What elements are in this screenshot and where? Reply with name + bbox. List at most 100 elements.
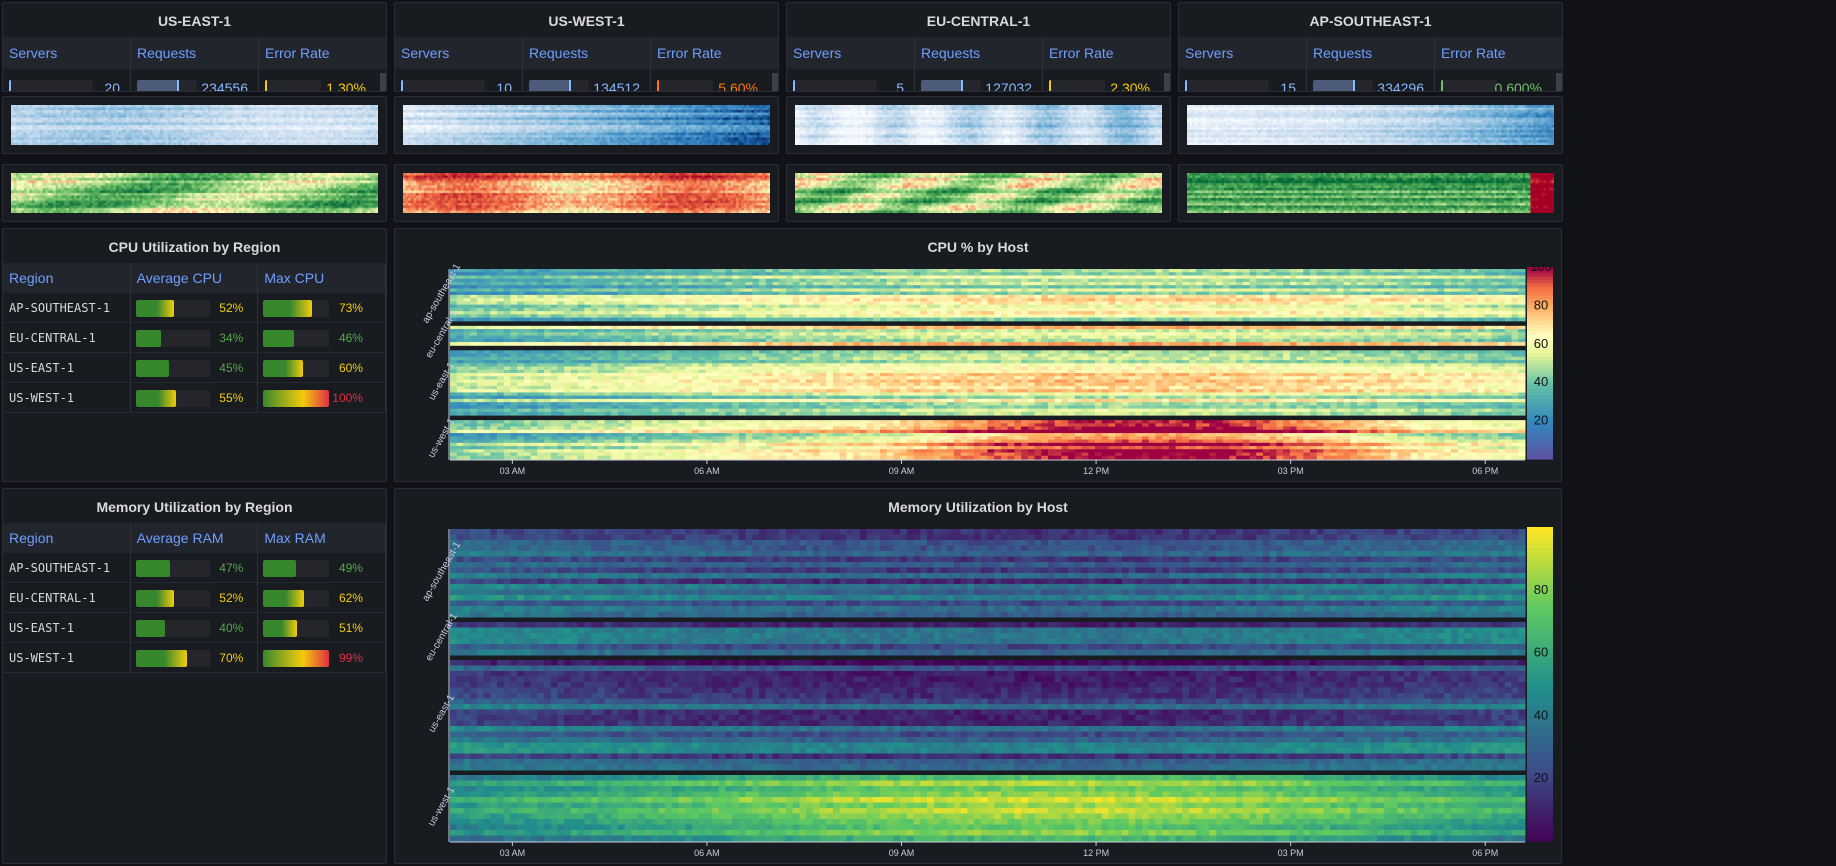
heatmap-cell	[1014, 275, 1022, 280]
heatmap-cell	[557, 329, 565, 333]
heatmap-cell	[846, 311, 854, 315]
scrollbar[interactable]	[380, 73, 386, 91]
error-rate-header[interactable]: Error Rate	[259, 37, 386, 69]
table-row[interactable]: AP-SOUTHEAST-1 52% 73%	[3, 293, 386, 323]
heatmap-cell	[463, 325, 471, 330]
heatmap-cell	[994, 298, 1002, 302]
heatmap-cell	[1101, 335, 1109, 340]
servers-header[interactable]: Servers	[3, 37, 131, 69]
table-row[interactable]: US-WEST-1 55% 100%	[3, 383, 386, 413]
column-header[interactable]: Max RAM	[258, 523, 386, 553]
scrollbar[interactable]	[772, 73, 778, 91]
table-row[interactable]: AP-SOUTHEAST-1 47% 49%	[3, 553, 386, 583]
table-row[interactable]: EU-CENTRAL-1 52% 62%	[3, 583, 386, 613]
heatmap-cell	[980, 307, 988, 312]
heat-strip[interactable]	[403, 105, 770, 145]
heatmap-cell	[947, 272, 955, 276]
heatmap-cell	[1491, 285, 1499, 289]
table-row[interactable]: US-WEST-1 70% 99%	[3, 643, 386, 673]
heat-strip[interactable]	[11, 173, 378, 213]
heatmap-cell	[759, 278, 767, 283]
heatmap-cell	[1350, 304, 1358, 309]
heatmap-cell	[1464, 269, 1472, 273]
heatmap-cell	[1464, 301, 1472, 306]
heat-strip[interactable]	[795, 105, 1162, 145]
heatmap-cell	[1283, 278, 1291, 283]
column-header[interactable]: Average RAM	[131, 523, 259, 553]
column-header[interactable]: Region	[3, 263, 131, 293]
heatmap-cell	[853, 369, 861, 374]
heatmap-cell	[1047, 350, 1056, 355]
cpu-heatmap[interactable]: ap-southeast-1 eu-central-1 us-east-1 us-we…	[395, 263, 1561, 481]
servers-header[interactable]: Servers	[787, 37, 915, 69]
heatmap-cell	[456, 291, 464, 296]
servers-header[interactable]: Servers	[1179, 37, 1307, 69]
heatmap-cell	[1471, 304, 1479, 309]
heat-strip[interactable]	[11, 105, 378, 145]
heatmap-cell	[1316, 272, 1324, 276]
heatmap-cell	[510, 338, 518, 343]
heatmap-cell	[644, 353, 653, 358]
heatmap-cell	[1054, 342, 1062, 346]
heatmap-cell	[517, 363, 525, 367]
heatmap-cell	[853, 335, 861, 340]
table-row[interactable]: EU-CENTRAL-1 34% 46%	[3, 323, 386, 353]
heatmap-cell	[933, 294, 941, 299]
heat-strip[interactable]	[795, 173, 1162, 213]
error-rate-header[interactable]: Error Rate	[1043, 37, 1170, 69]
heatmap-cell	[483, 285, 491, 289]
heatmap-cell	[933, 304, 941, 309]
heatmap-cell	[920, 369, 928, 374]
heatmap-cell	[624, 335, 632, 340]
heat-strip[interactable]	[1187, 105, 1554, 145]
scrollbar[interactable]	[1556, 73, 1562, 91]
heatmap-cell	[523, 350, 532, 355]
column-header[interactable]: Max CPU	[258, 263, 386, 293]
heatmap-cell	[1162, 363, 1170, 367]
scrollbar[interactable]	[1164, 73, 1170, 91]
heatmap-cell	[1189, 353, 1197, 358]
heatmap-cell	[846, 372, 854, 377]
heatmap-cell	[1504, 317, 1513, 322]
heatmap-cell	[859, 363, 868, 367]
heatmap-cell	[604, 281, 612, 286]
servers-header[interactable]: Servers	[395, 37, 523, 69]
max-cell: 62%	[258, 583, 386, 612]
requests-header[interactable]: Requests	[523, 37, 651, 69]
heatmap-cell	[980, 369, 988, 374]
heatmap-cell	[671, 369, 679, 374]
table-row[interactable]: US-EAST-1 45% 60%	[3, 353, 386, 383]
heatmap-cell	[1377, 307, 1385, 312]
heatmap-cell	[631, 269, 639, 273]
heatmap-cell	[483, 272, 491, 276]
heatmap-cell	[1404, 301, 1412, 306]
requests-header[interactable]: Requests	[131, 37, 259, 69]
heatmap-cell	[1155, 325, 1163, 330]
heat-strip[interactable]	[1187, 173, 1554, 213]
heatmap-cell	[1041, 281, 1049, 286]
requests-header[interactable]: Requests	[915, 37, 1043, 69]
heatmap-cell	[1424, 350, 1432, 355]
heatmap-cell	[503, 372, 511, 377]
heatmap-cell	[812, 301, 821, 306]
heatmap-cell	[1135, 278, 1143, 283]
heatmap-cell	[759, 356, 767, 361]
heatmap-cell	[450, 294, 458, 299]
heatmap-cell	[1410, 369, 1418, 374]
column-header[interactable]: Region	[3, 523, 131, 553]
heatmap-cell	[1027, 298, 1036, 302]
heatmap-cell	[725, 281, 733, 286]
table-row[interactable]: US-EAST-1 40% 51%	[3, 613, 386, 643]
heatmap-cell	[1330, 307, 1338, 312]
heatmap-cell	[839, 350, 847, 355]
error-rate-header[interactable]: Error Rate	[651, 37, 778, 69]
heat-strip[interactable]	[403, 173, 770, 213]
heatmap-cell	[1168, 269, 1177, 273]
column-header[interactable]: Average CPU	[131, 263, 259, 293]
heatmap-cell	[1128, 353, 1136, 358]
heatmap-cell	[1491, 366, 1499, 371]
error-rate-header[interactable]: Error Rate	[1435, 37, 1562, 69]
requests-header[interactable]: Requests	[1307, 37, 1435, 69]
heatmap-cell	[765, 307, 773, 312]
heatmap-cell	[1323, 366, 1331, 371]
